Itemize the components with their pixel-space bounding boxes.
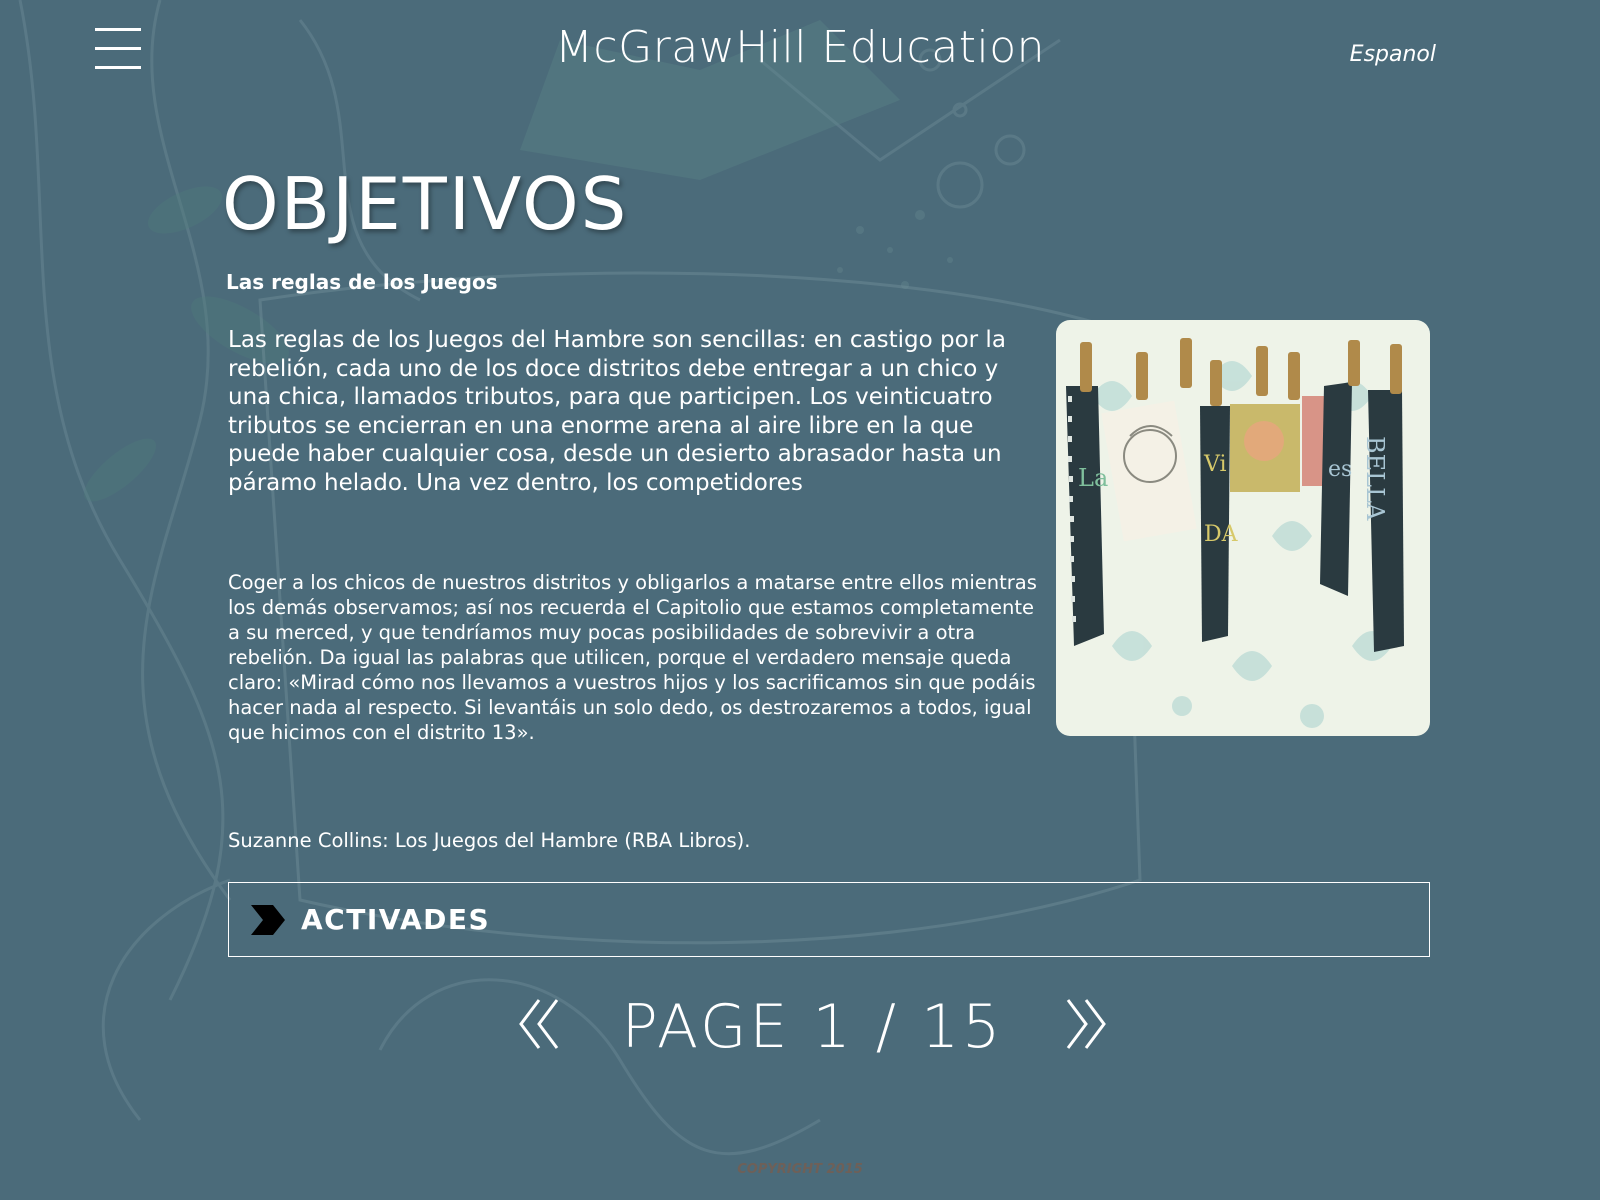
double-chevron-left-icon[interactable] [517,996,565,1052]
banner-text-la: La [1078,464,1108,492]
activities-label: ACTIVADES [301,903,491,936]
activities-button[interactable]: ACTIVADES [228,882,1430,957]
page-indicator: PAGE 1 / 15 [621,992,1004,1062]
copyright-text: COPYRIGHT 2015 [737,1162,863,1177]
pagination: PAGE 1 / 15 [0,992,1600,1062]
page-title: OBJETIVOS [222,162,629,246]
paragraph-2: Coger a los chicos de nuestros distritos… [228,571,1037,744]
banner-text-vi: Vi [1203,452,1227,477]
banner-text-da: DA [1204,522,1239,547]
citation: Suzanne Collins: Los Juegos del Hambre (… [228,829,751,852]
language-link[interactable]: Espanol [1350,42,1436,67]
banner-text-es: es [1328,457,1352,482]
section-subtitle: Las reglas de los Juegos [226,270,498,294]
chevron-right-icon [251,904,285,935]
paragraph-1: Las reglas de los Juegos del Hambre son … [228,327,1006,496]
double-chevron-right-icon[interactable] [1060,996,1108,1052]
book-cover-illustration: La Vi DA es BELLA [1056,320,1430,736]
banner-text-bella: BELLA [1361,436,1389,521]
